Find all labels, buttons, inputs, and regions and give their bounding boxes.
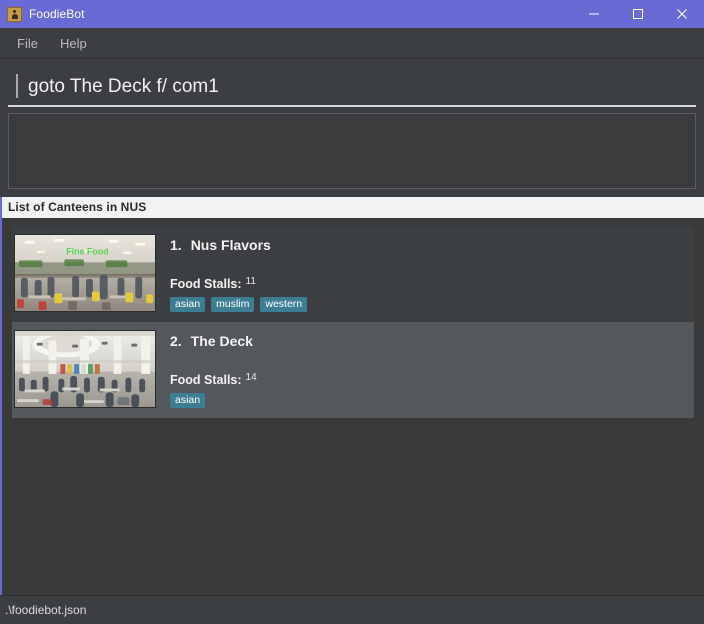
list-section-header: List of Canteens in NUS	[0, 197, 704, 218]
food-stalls-count: 11	[245, 275, 256, 287]
maximize-button[interactable]	[616, 0, 660, 28]
food-stalls-row: Food Stalls: 11	[170, 275, 684, 292]
tag: asian	[170, 296, 206, 312]
canteen-name: Nus Flavors	[190, 237, 271, 253]
canteen-thumbnail	[14, 330, 156, 408]
canteen-title-row: 2. The Deck	[170, 333, 684, 349]
close-icon	[677, 9, 687, 19]
command-input-value: goto The Deck f/ com1	[28, 76, 219, 96]
app-window: FoodieBot File Help goto The Deck f/ com…	[0, 0, 704, 624]
person-badge-icon	[7, 6, 22, 22]
food-stalls-label: Food Stalls:	[170, 372, 242, 387]
status-bar: .\foodiebot.json	[0, 595, 704, 624]
canteen-list[interactable]: Fine Food 1. Nus Flavors Food Stalls: 11…	[0, 218, 704, 595]
menu-bar: File Help	[0, 28, 704, 59]
food-stalls-row: Food Stalls: 14	[170, 371, 684, 388]
close-button[interactable]	[660, 0, 704, 28]
tag-list: asian	[170, 392, 684, 408]
text-caret	[16, 74, 18, 98]
canteen-title-row: 1. Nus Flavors	[170, 237, 684, 253]
canteen-details: 1. Nus Flavors Food Stalls: 11 asian mus…	[170, 234, 684, 312]
command-input[interactable]: goto The Deck f/ com1	[8, 67, 696, 107]
tag-list: asian muslim western	[170, 296, 684, 312]
open-air-canteen-photo	[15, 331, 155, 407]
canteen-details: 2. The Deck Food Stalls: 14 asian	[170, 330, 684, 408]
window-controls	[572, 0, 704, 28]
canteen-name: The Deck	[190, 333, 253, 349]
maximize-icon	[633, 9, 643, 19]
minimize-icon	[589, 13, 599, 15]
tag: asian	[170, 392, 206, 408]
svg-text:Fine Food: Fine Food	[66, 247, 108, 257]
window-title: FoodieBot	[29, 7, 85, 21]
food-stalls-count: 14	[245, 371, 257, 383]
menu-item-file[interactable]: File	[8, 33, 47, 54]
food-court-fine-food-photo: Fine Food	[15, 235, 155, 311]
list-item[interactable]: Fine Food 1. Nus Flavors Food Stalls: 11…	[12, 226, 694, 322]
title-bar-left: FoodieBot	[0, 6, 85, 22]
canteen-index: 2.	[170, 333, 182, 349]
canteen-index: 1.	[170, 237, 182, 253]
food-stalls-label: Food Stalls:	[170, 276, 242, 291]
minimize-button[interactable]	[572, 0, 616, 28]
canteen-thumbnail: Fine Food	[14, 234, 156, 312]
tag: muslim	[211, 296, 255, 312]
result-display	[8, 113, 696, 189]
command-area: goto The Deck f/ com1	[0, 59, 704, 107]
title-bar: FoodieBot	[0, 0, 704, 28]
status-file-path: .\foodiebot.json	[5, 603, 87, 617]
result-area	[0, 107, 704, 197]
tag: western	[260, 296, 308, 312]
list-item[interactable]: 2. The Deck Food Stalls: 14 asian	[12, 322, 694, 418]
menu-item-help[interactable]: Help	[51, 33, 96, 54]
